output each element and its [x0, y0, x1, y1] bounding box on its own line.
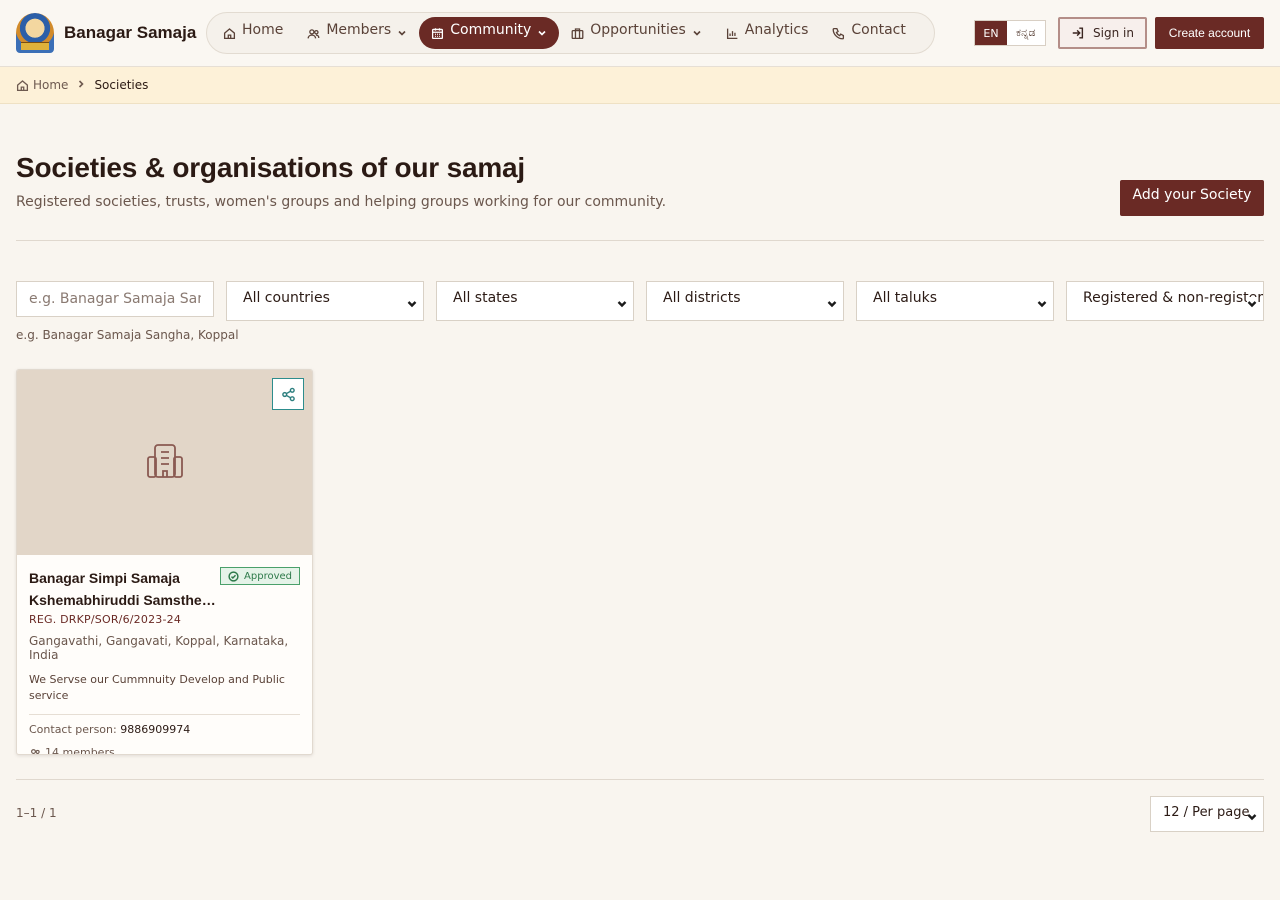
society-contact: Contact person: 9886909974: [29, 723, 300, 736]
add-society-button[interactable]: Add your Society: [1120, 180, 1264, 216]
society-members: 14 members: [29, 746, 300, 755]
search-input[interactable]: [16, 281, 214, 317]
brand-name: Banagar Samaja: [64, 23, 197, 42]
nav-contact-label: Contact: [851, 22, 906, 38]
nav-contact[interactable]: Contact: [820, 17, 917, 49]
chevron-down-icon: [1247, 811, 1257, 826]
society-card[interactable]: Banagar Simpi Samaja Kshemabhiruddi Sams…: [16, 369, 313, 755]
chevron-down-icon: [827, 297, 837, 308]
chevron-down-icon: [693, 30, 701, 36]
pagination-range: 1–1 / 1: [16, 806, 57, 820]
divider: [16, 240, 1264, 241]
breadcrumb-home-label: Home: [33, 78, 69, 92]
nav-members-label: Members: [326, 22, 392, 38]
page-subtitle: Registered societies, trusts, women's gr…: [16, 194, 667, 210]
page-header: Societies & organisations of our samaj R…: [16, 152, 1264, 210]
contact-label: Contact person:: [29, 723, 117, 736]
phone-icon: [832, 27, 845, 39]
share-icon: [281, 387, 295, 401]
check-circle-icon: [228, 570, 239, 582]
home-icon: [223, 27, 236, 39]
bar-chart-icon: [726, 28, 738, 39]
chevron-down-icon: [398, 30, 406, 36]
nav-opportunities-label: Opportunities: [590, 22, 686, 38]
login-icon: [1072, 27, 1084, 39]
breadcrumb: Home Societies: [0, 67, 1280, 104]
chevron-down-icon: [1037, 297, 1047, 308]
language-switcher: EN ಕನ್ನಡ: [974, 20, 1046, 46]
lang-en[interactable]: EN: [975, 21, 1007, 45]
taluk-select-value: All taluks: [873, 290, 938, 306]
nav-analytics[interactable]: Analytics: [714, 17, 821, 49]
brand[interactable]: Banagar Samaja: [16, 13, 196, 53]
breadcrumb-current: Societies: [94, 78, 149, 92]
chevron-down-icon: [538, 30, 546, 36]
nav-members[interactable]: Members: [295, 17, 419, 49]
search-hint: e.g. Banagar Samaja Sangha, Koppal: [16, 328, 239, 342]
divider: [16, 779, 1264, 780]
chevron-down-icon: [1247, 297, 1257, 308]
sign-in-label: Sign in: [1093, 26, 1134, 40]
contact-phone[interactable]: 9886909974: [120, 723, 190, 736]
society-location: Gangavathi, Gangavati, Koppal, Karnataka…: [29, 634, 289, 662]
share-button[interactable]: [272, 378, 304, 410]
registration-select[interactable]: Registered & non-registered: [1066, 281, 1264, 321]
nav-community[interactable]: Community: [419, 17, 560, 49]
calendar-icon: [432, 27, 444, 39]
briefcase-icon: [571, 27, 584, 39]
nav-home-label: Home: [242, 22, 284, 38]
nav-community-label: Community: [450, 22, 532, 38]
chevron-down-icon: [617, 297, 627, 308]
filter-bar: All countries All states All districts A…: [16, 281, 1264, 321]
sign-in-button[interactable]: Sign in: [1058, 17, 1147, 49]
building-icon: [146, 443, 184, 483]
page-title: Societies & organisations of our samaj: [16, 152, 525, 183]
nav-home[interactable]: Home: [211, 17, 295, 49]
users-icon: [31, 748, 40, 754]
country-select[interactable]: All countries: [226, 281, 424, 321]
society-registration: REG. DRKP/SOR/6/2023-24: [29, 613, 182, 626]
status-badge-label: Approved: [244, 570, 292, 582]
per-page-select[interactable]: 12 / Per page: [1150, 796, 1264, 832]
lang-kn[interactable]: ಕನ್ನಡ: [1007, 21, 1045, 45]
society-card-body: Banagar Simpi Samaja Kshemabhiruddi Sams…: [17, 555, 312, 755]
registration-select-value: Registered & non-registered: [1083, 290, 1264, 306]
status-badge: Approved: [220, 567, 300, 585]
home-icon: [16, 79, 29, 91]
nav-opportunities[interactable]: Opportunities: [559, 17, 714, 49]
society-description: We Servse our Cummnuity Develop and Publ…: [29, 673, 285, 702]
breadcrumb-home[interactable]: Home: [16, 78, 68, 92]
users-icon: [307, 28, 320, 38]
main-nav: Home Members Community Opportunities Ana…: [206, 12, 935, 54]
country-select-value: All countries: [243, 290, 330, 306]
society-image-placeholder: [17, 370, 312, 555]
state-select[interactable]: All states: [436, 281, 634, 321]
members-count: 14 members: [45, 746, 115, 755]
chevron-right-icon: [76, 78, 86, 92]
samaja-logo: [16, 13, 54, 53]
district-select[interactable]: All districts: [646, 281, 844, 321]
taluk-select[interactable]: All taluks: [856, 281, 1054, 321]
society-name[interactable]: Banagar Simpi Samaja Kshemabhiruddi Sams…: [29, 567, 219, 611]
district-select-value: All districts: [663, 290, 741, 306]
card-divider: [29, 714, 300, 715]
chevron-down-icon: [407, 297, 417, 308]
create-account-button[interactable]: Create account: [1155, 17, 1264, 49]
per-page-value: 12 / Per page: [1163, 805, 1250, 820]
state-select-value: All states: [453, 290, 518, 306]
top-navbar: Banagar Samaja Home Members Community Op…: [0, 0, 1280, 67]
nav-analytics-label: Analytics: [744, 22, 809, 38]
